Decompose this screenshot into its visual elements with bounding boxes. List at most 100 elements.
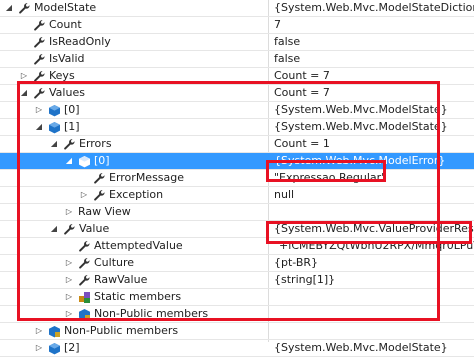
row-name: Culture — [94, 256, 135, 269]
row-name: [2] — [64, 341, 80, 354]
row-name: IsValid — [49, 52, 85, 65]
property-wrench-icon — [33, 53, 46, 66]
object-cube-icon — [48, 121, 61, 134]
row-value[interactable]: "Expressao Regular" — [274, 170, 474, 186]
row-name: Raw View — [78, 205, 131, 218]
tree-row[interactable]: ◢ [1] {System.Web.Mvc.ModelState} — [0, 119, 474, 136]
expand-arrow-icon[interactable]: ▷ — [34, 102, 44, 118]
row-name: Non-Public members — [94, 307, 209, 320]
object-cube-icon — [48, 342, 61, 355]
property-wrench-icon — [63, 138, 76, 151]
tree-row[interactable]: ◢ Value {System.Web.Mvc.ValueProviderResul… — [0, 221, 474, 238]
tree-row[interactable]: ▷ [2] {System.Web.Mvc.ModelState} — [0, 340, 474, 357]
row-value[interactable]: {string[1]} — [274, 272, 474, 288]
expand-arrow-icon[interactable]: ▷ — [34, 323, 44, 339]
object-cube-icon — [78, 155, 91, 168]
tree-row[interactable]: IsValid false — [0, 51, 474, 68]
property-wrench-icon — [93, 189, 106, 202]
row-value[interactable]: {System.Web.Mvc.ModelState} — [274, 102, 474, 118]
property-wrench-icon — [78, 274, 91, 287]
property-wrench-icon — [33, 87, 46, 100]
expand-arrow-icon[interactable]: ▷ — [64, 204, 74, 220]
tree-row[interactable]: ▷ Raw View — [0, 204, 474, 221]
tree-row[interactable]: IsReadOnly false — [0, 34, 474, 51]
row-name: Value — [79, 222, 110, 235]
property-wrench-icon — [93, 172, 106, 185]
collapse-arrow-icon[interactable]: ◢ — [49, 221, 59, 237]
expand-arrow-icon[interactable]: ▷ — [34, 340, 44, 356]
row-name: [1] — [64, 120, 80, 133]
static-members-icon — [78, 291, 91, 304]
tree-row[interactable]: ◢ ModelState {System.Web.Mvc.ModelStateDic… — [0, 0, 474, 17]
row-value[interactable] — [274, 323, 474, 339]
row-value[interactable]: {System.Web.Mvc.ModelState} — [274, 119, 474, 135]
row-value[interactable]: {pt-BR} — [274, 255, 474, 271]
row-name: ModelState — [34, 1, 97, 14]
expand-arrow-icon[interactable]: ▷ — [64, 289, 74, 305]
nonpublic-members-icon — [48, 325, 61, 338]
row-value[interactable]: 7 — [274, 17, 474, 33]
tree-row[interactable]: ▷ [0] {System.Web.Mvc.ModelState} — [0, 102, 474, 119]
row-value[interactable]: false — [274, 51, 474, 67]
tree-row[interactable]: ErrorMessage "Expressao Regular" — [0, 170, 474, 187]
tree-row[interactable]: ◢ Errors Count = 1 — [0, 136, 474, 153]
row-value[interactable]: {System.Web.Mvc.ModelState} — [274, 340, 474, 356]
row-value[interactable] — [274, 289, 474, 305]
row-value[interactable] — [274, 306, 474, 322]
row-value[interactable]: null — [274, 187, 474, 203]
tree-row[interactable]: ▷ Non-Public members — [0, 323, 474, 340]
tree-row[interactable]: ▷ Culture {pt-BR} — [0, 255, 474, 272]
collapse-arrow-icon[interactable]: ◢ — [64, 153, 74, 169]
row-value[interactable]: Count = 7 — [274, 68, 474, 84]
row-name: AttemptedValue — [94, 239, 183, 252]
tree-row[interactable]: ▷ Non-Public members — [0, 306, 474, 323]
expand-arrow-icon[interactable]: ▷ — [64, 255, 74, 271]
collapse-arrow-icon[interactable]: ◢ — [19, 85, 29, 101]
row-name: Keys — [49, 69, 75, 82]
row-value[interactable]: Count = 1 — [274, 136, 474, 152]
collapse-arrow-icon[interactable]: ◢ — [49, 136, 59, 152]
property-wrench-icon — [18, 2, 31, 15]
tree-row[interactable]: ▷ Exception null — [0, 187, 474, 204]
row-name: RawValue — [94, 273, 148, 286]
row-value[interactable]: {System.Web.Mvc.ModelStateDictionary} — [274, 0, 474, 16]
property-wrench-icon — [78, 240, 91, 253]
row-name: Non-Public members — [64, 324, 179, 337]
tree-row[interactable]: ◢ [0] {System.Web.Mvc.ModelError} — [0, 153, 474, 170]
expand-arrow-icon[interactable]: ▷ — [64, 306, 74, 322]
row-name: Exception — [109, 188, 164, 201]
row-value[interactable]: {System.Web.Mvc.ValueProviderResult} — [274, 221, 474, 237]
tree-row[interactable]: ◢ Values Count = 7 — [0, 85, 474, 102]
watch-window-grid: ◢ ModelState {System.Web.Mvc.ModelStateDic… — [0, 0, 474, 357]
property-wrench-icon — [78, 257, 91, 270]
row-value[interactable]: {System.Web.Mvc.ModelError} — [274, 153, 474, 169]
property-wrench-icon — [33, 19, 46, 32]
nonpublic-members-icon — [78, 308, 91, 321]
row-name: IsReadOnly — [49, 35, 111, 48]
row-name: Count — [49, 18, 82, 31]
row-value[interactable]: "+iCMEBYZQtWbnU2RPX/Mmqr0LPuVJz — [274, 238, 474, 254]
row-name: Errors — [79, 137, 112, 150]
tree-row[interactable]: Count 7 — [0, 17, 474, 34]
property-wrench-icon — [33, 36, 46, 49]
tree-row[interactable]: AttemptedValue "+iCMEBYZQtWbnU2RPX/Mmqr0L… — [0, 238, 474, 255]
tree-row[interactable]: ▷ Keys Count = 7 — [0, 68, 474, 85]
row-name: [0] — [94, 154, 110, 167]
collapse-arrow-icon[interactable]: ◢ — [4, 0, 14, 16]
row-name: [0] — [64, 103, 80, 116]
row-name: Static members — [94, 290, 182, 303]
expand-arrow-icon[interactable]: ▷ — [64, 272, 74, 288]
property-wrench-icon — [33, 70, 46, 83]
row-name: ErrorMessage — [109, 171, 185, 184]
expand-arrow-icon[interactable]: ▷ — [19, 68, 29, 84]
row-value[interactable] — [274, 204, 474, 220]
object-cube-icon — [48, 104, 61, 117]
collapse-arrow-icon[interactable]: ◢ — [34, 119, 44, 135]
row-value[interactable]: Count = 7 — [274, 85, 474, 101]
row-name: Values — [49, 86, 85, 99]
expand-arrow-icon[interactable]: ▷ — [79, 187, 89, 203]
property-wrench-icon — [63, 223, 76, 236]
row-value[interactable]: false — [274, 34, 474, 50]
tree-row[interactable]: ▷ RawValue {string[1]} — [0, 272, 474, 289]
tree-row[interactable]: ▷ Static members — [0, 289, 474, 306]
